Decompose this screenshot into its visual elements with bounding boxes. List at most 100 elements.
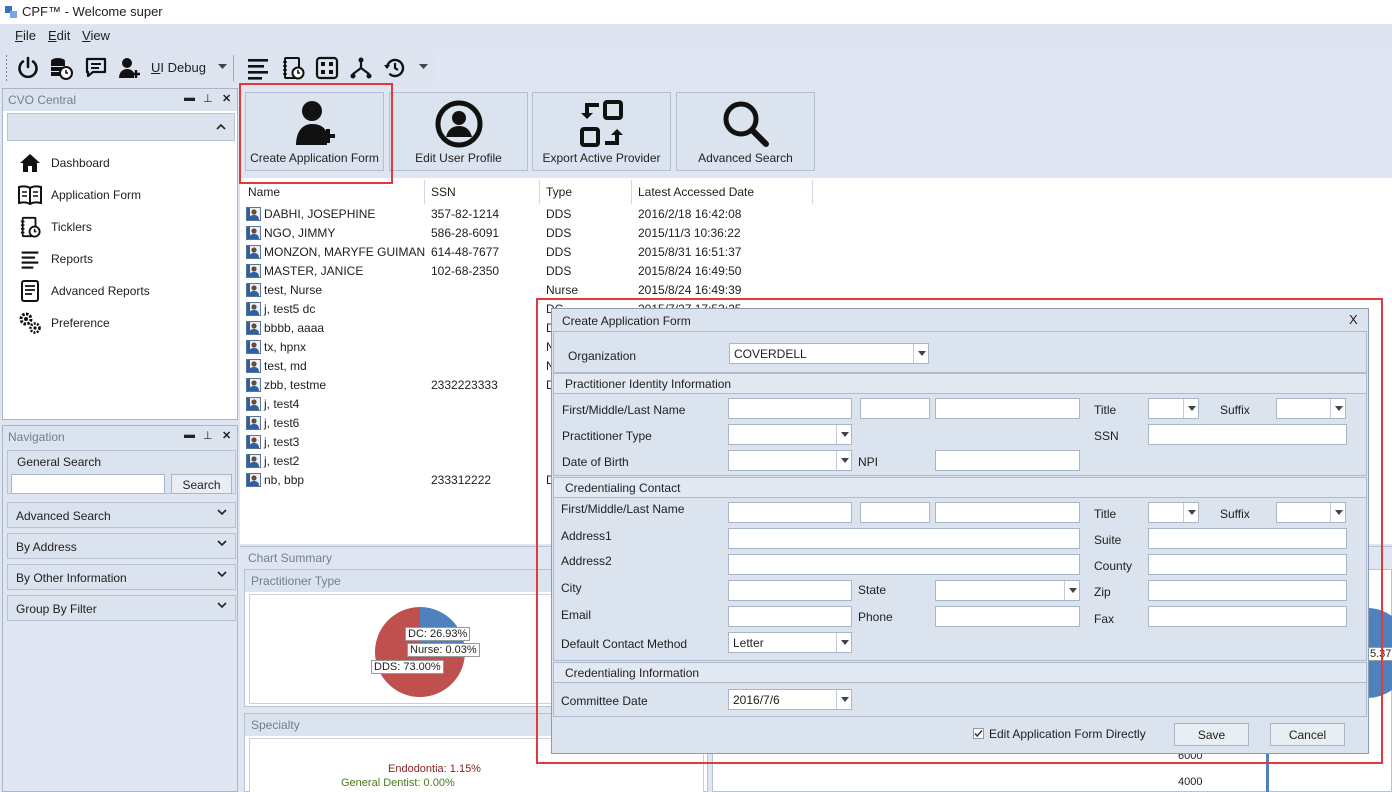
general-search-input[interactable] — [11, 474, 165, 494]
column-separator — [631, 180, 632, 204]
provider-avatar-icon — [246, 264, 261, 278]
menu-bar: File Edit View — [0, 24, 1392, 48]
navigation-header: Navigation — [3, 426, 237, 448]
specialty-label-endodontia: Endodontia: 1.15% — [388, 763, 481, 775]
cvo-central-panel: CVO Central ▬ ⊥ ✕ Dashboard Application … — [2, 88, 238, 420]
panel-pin-icon[interactable]: ⊥ — [203, 92, 213, 105]
app-icon — [4, 5, 18, 19]
menu-file[interactable]: File — [15, 28, 36, 43]
history-icon — [384, 58, 405, 78]
cell-name: bbbb, aaaa — [264, 321, 325, 335]
cell-ssn: 357-82-1214 — [431, 207, 500, 221]
provider-avatar-icon — [246, 473, 261, 487]
cell-name: DABHI, JOSEPHINE — [264, 207, 376, 221]
cell-type: DDS — [546, 226, 572, 240]
panel-close-icon[interactable]: ✕ — [222, 429, 231, 442]
cell-name: MONZON, MARYFE GUIMAN — [264, 245, 426, 259]
search-button[interactable]: Search — [171, 474, 232, 494]
provider-avatar-icon — [246, 397, 261, 411]
database-button[interactable] — [46, 53, 76, 83]
power-icon — [18, 56, 38, 79]
branch-icon — [350, 57, 372, 79]
cell-name: j, test6 — [264, 416, 300, 430]
edit-user-profile-button[interactable]: Edit User Profile — [389, 92, 528, 171]
accordion-group-by-filter[interactable]: Group By Filter — [7, 595, 236, 621]
user-circle-icon — [435, 100, 482, 148]
chevron-down-icon — [217, 509, 227, 516]
workflow-button[interactable] — [346, 53, 376, 83]
column-header-ssn[interactable]: SSN — [431, 185, 456, 199]
column-separator — [812, 180, 813, 204]
table-row[interactable]: NGO, JIMMY 586-28-6091 DDS 2015/11/3 10:36:… — [242, 223, 842, 242]
provider-avatar-icon — [246, 207, 261, 221]
ticklers-toolbar-button[interactable] — [278, 53, 308, 83]
provider-avatar-icon — [246, 359, 261, 373]
sidebar-item-application-form[interactable]: Application Form — [17, 183, 141, 207]
accordion-advanced-search[interactable]: Advanced Search — [7, 502, 236, 528]
add-user-icon — [119, 58, 140, 78]
cell-name: j, test5 dc — [264, 302, 316, 316]
chevron-down-icon — [217, 540, 227, 547]
panel-minimize-icon[interactable]: ▬ — [184, 92, 195, 104]
advanced-search-button[interactable]: Advanced Search — [676, 92, 815, 171]
provider-avatar-icon — [246, 226, 261, 240]
home-icon — [20, 154, 40, 172]
cell-name: zbb, testme — [264, 378, 327, 392]
highlight-box — [239, 83, 393, 184]
power-button[interactable] — [13, 53, 43, 83]
notebook-clock-icon — [283, 57, 305, 80]
table-row[interactable]: MASTER, JANICE 102-68-2350 DDS 2015/8/24 16… — [242, 261, 842, 280]
export-active-provider-button[interactable]: Export Active Provider — [532, 92, 671, 171]
cell-name: MASTER, JANICE — [264, 264, 364, 278]
accordion-by-other-information[interactable]: By Other Information — [7, 564, 236, 590]
panel-pin-icon[interactable]: ⊥ — [203, 429, 213, 442]
column-header-date[interactable]: Latest Accessed Date — [638, 185, 754, 199]
provider-avatar-icon — [246, 302, 261, 316]
sidebar-item-advanced-reports[interactable]: Advanced Reports — [17, 279, 150, 303]
sidebar-item-preference[interactable]: Preference — [17, 311, 110, 335]
column-separator — [424, 180, 425, 204]
chart-summary-title: Chart Summary — [248, 551, 333, 565]
list-button[interactable] — [243, 53, 273, 83]
accordion-by-address[interactable]: By Address — [7, 533, 236, 559]
menu-edit[interactable]: Edit — [48, 28, 70, 43]
add-user-toolbar-button[interactable] — [115, 53, 145, 83]
cell-ssn: 233312222 — [431, 473, 492, 487]
toolbar-grip[interactable] — [6, 55, 7, 81]
sidebar-item-reports[interactable]: Reports — [17, 247, 93, 271]
cell-ssn: 614-48-7677 — [431, 245, 500, 259]
panel-minimize-icon[interactable]: ▬ — [184, 429, 195, 441]
cell-name: NGO, JIMMY — [264, 226, 336, 240]
cell-name: nb, bbp — [264, 473, 305, 487]
cell-name: j, test3 — [264, 435, 300, 449]
table-row[interactable]: MONZON, MARYFE GUIMAN 614-48-7677 DDS 2015/… — [242, 242, 842, 261]
table-row[interactable]: DABHI, JOSEPHINE 357-82-1214 DDS 2016/2/18 … — [242, 204, 842, 223]
history-button[interactable] — [380, 53, 410, 83]
table-row[interactable]: test, Nurse Nurse 2015/8/24 16:49:39 — [242, 280, 842, 299]
panel-close-icon[interactable]: ✕ — [222, 92, 231, 105]
toolbar-separator — [233, 55, 234, 81]
cell-type: DDS — [546, 207, 572, 221]
dialog-highlight-box — [536, 298, 1383, 764]
gears-icon — [19, 312, 41, 334]
cvo-collapse-bar[interactable] — [7, 113, 235, 141]
provider-avatar-icon — [246, 245, 261, 259]
cell-date: 2016/2/18 16:42:08 — [638, 207, 742, 221]
menu-view[interactable]: View — [82, 28, 110, 43]
cell-date: 2015/8/24 16:49:39 — [638, 283, 742, 297]
toolbar-overflow-icon[interactable] — [419, 64, 428, 70]
sidebar-item-ticklers[interactable]: Ticklers — [17, 215, 92, 239]
chevron-up-icon[interactable] — [216, 123, 226, 130]
column-header-type[interactable]: Type — [546, 185, 572, 199]
book-icon — [18, 185, 42, 205]
ui-debug-dropdown-icon[interactable] — [218, 64, 227, 70]
apps-button[interactable] — [312, 53, 342, 83]
sidebar-item-dashboard[interactable]: Dashboard — [17, 151, 110, 175]
chat-button[interactable] — [81, 53, 111, 83]
ui-debug-button[interactable]: UI Debug — [151, 60, 206, 75]
magnifier-icon — [723, 101, 769, 147]
pie-label-nurse: Nurse: 0.03% — [407, 643, 480, 657]
column-header-name[interactable]: Name — [248, 185, 280, 199]
provider-avatar-icon — [246, 340, 261, 354]
cell-name: j, test2 — [264, 454, 300, 468]
